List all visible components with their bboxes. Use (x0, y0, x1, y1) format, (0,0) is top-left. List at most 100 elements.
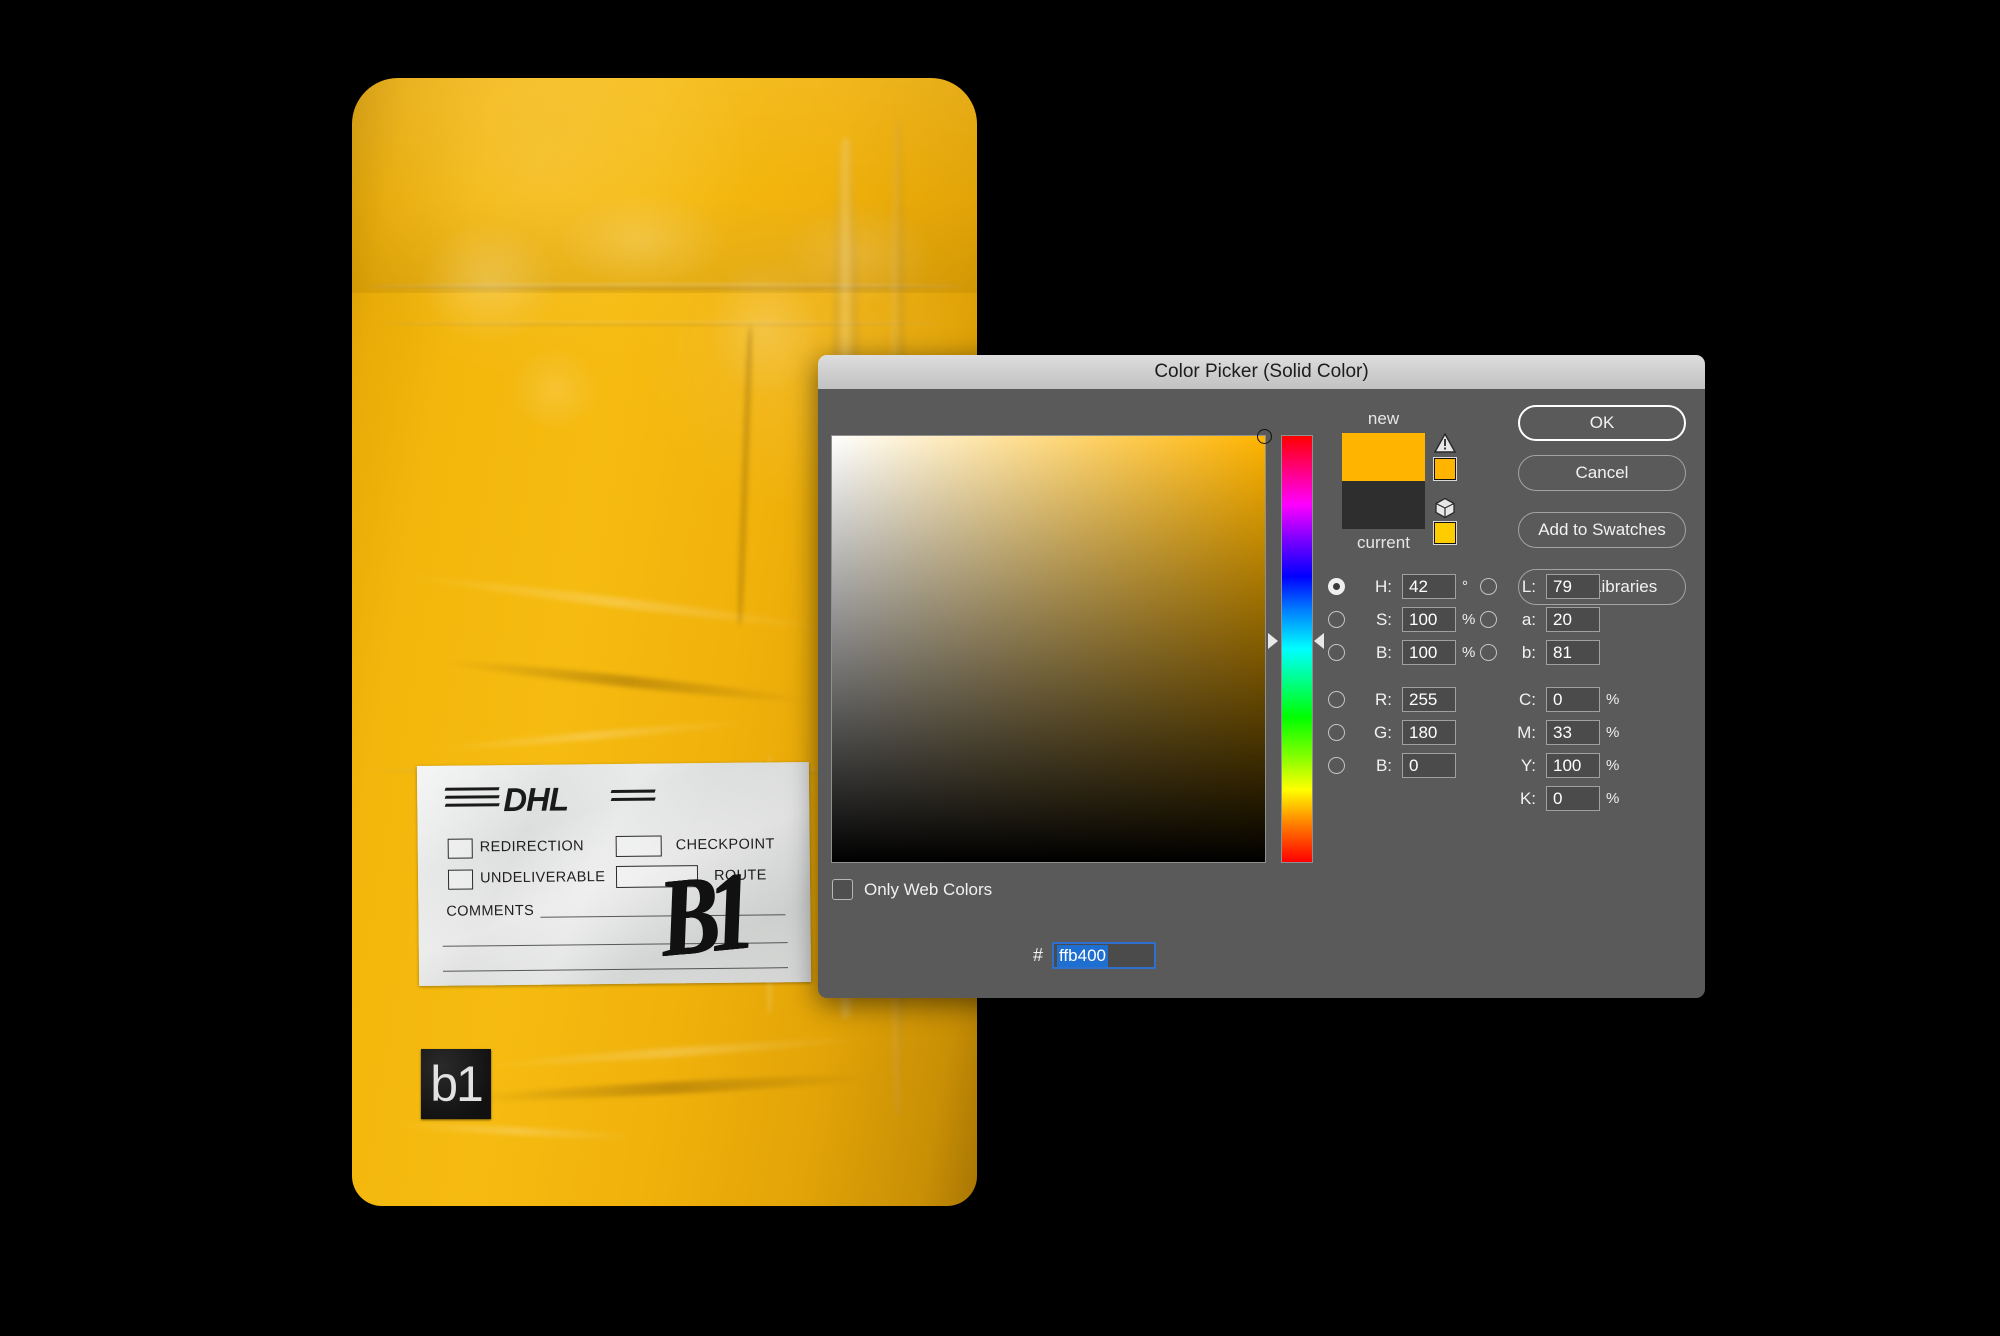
package-crease (389, 1120, 640, 1142)
unit-black: % (1606, 790, 1620, 807)
checkbox-redirection[interactable] (447, 838, 473, 859)
input-lab-b[interactable]: 81 (1546, 640, 1600, 665)
input-hue[interactable]: 42 (1402, 574, 1456, 599)
field-row-black[interactable]: K: 0 % (1480, 786, 1619, 811)
field-checkpoint[interactable] (615, 835, 662, 857)
package-crease (477, 1034, 865, 1071)
input-lightness[interactable]: 79 (1546, 574, 1600, 599)
label-lab-a: a: (1521, 609, 1536, 629)
only-web-colors-label: Only Web Colors (864, 879, 993, 899)
field-row-saturation[interactable]: S: 100 % (1328, 607, 1475, 632)
hue-slider[interactable] (1281, 435, 1313, 863)
dialog-titlebar[interactable]: Color Picker (Solid Color) (818, 355, 1705, 390)
field-row-red[interactable]: R: 255 (1328, 687, 1456, 712)
brightness-gradient (832, 436, 1265, 862)
field-row-lightness[interactable]: L: 79 (1480, 574, 1600, 599)
label-redirection: REDIRECTION (479, 838, 585, 856)
hex-field-row[interactable]: # ffb400 (1033, 942, 1157, 969)
dhl-logo-text: DHL (503, 780, 569, 819)
dhl-shipping-label: DHL REDIRECTION CHECKPOINT UNDELIVERABLE… (416, 761, 812, 987)
checkbox-undeliverable[interactable] (447, 869, 474, 890)
field-row-lab-a[interactable]: a: 20 (1480, 607, 1600, 632)
radio-hue[interactable] (1328, 578, 1345, 595)
label-red: R: (1375, 689, 1392, 709)
label-undeliverable: UNDELIVERABLE (479, 869, 606, 887)
input-cyan[interactable]: 0 (1546, 687, 1600, 712)
package-crease (402, 571, 827, 633)
field-row-blue[interactable]: B: 0 (1328, 753, 1456, 778)
in-gamut-color-swatch[interactable] (1434, 458, 1456, 480)
package-crease (427, 718, 752, 755)
color-preview-group: new current (1336, 409, 1431, 553)
field-row-green[interactable]: G: 180 (1328, 720, 1456, 745)
hex-input-value: ffb400 (1057, 944, 1108, 967)
only-web-colors-row[interactable]: Only Web Colors (832, 879, 992, 900)
non-websafe-warning-icon[interactable] (1434, 497, 1456, 519)
hue-slider-handle-left[interactable] (1268, 633, 1278, 649)
input-magenta[interactable]: 33 (1546, 720, 1600, 745)
current-color-label: current (1357, 533, 1410, 552)
hue-slider-handle-right[interactable] (1314, 633, 1324, 649)
dialog-body: new current OK Cancel Add to Swatches Co… (818, 389, 1705, 998)
radio-blue[interactable] (1328, 757, 1345, 774)
websafe-color-swatch[interactable] (1434, 522, 1456, 544)
label-lightness: L: (1521, 576, 1536, 596)
field-row-yellow[interactable]: Y: 100 % (1480, 753, 1619, 778)
unit-hue: ° (1462, 578, 1468, 595)
only-web-colors-checkbox[interactable] (832, 879, 853, 900)
gamut-warning-group (1428, 432, 1462, 544)
color-field-marker[interactable] (1257, 429, 1272, 444)
radio-saturation[interactable] (1328, 611, 1345, 628)
label-black: K: (1519, 788, 1536, 808)
label-saturation: S: (1375, 609, 1392, 629)
b1-sticker: b1 (421, 1049, 491, 1119)
unit-yellow: % (1606, 757, 1620, 774)
unit-cyan: % (1606, 691, 1620, 708)
label-magenta: M: (1517, 722, 1536, 742)
input-brightness[interactable]: 100 (1402, 640, 1456, 665)
label-comments: COMMENTS (446, 902, 535, 920)
cancel-button[interactable]: Cancel (1518, 455, 1686, 491)
input-lab-a[interactable]: 20 (1546, 607, 1600, 632)
field-row-hue[interactable]: H: 42 ° (1328, 574, 1468, 599)
input-red[interactable]: 255 (1402, 687, 1456, 712)
radio-lightness[interactable] (1480, 578, 1497, 595)
label-lab-b: b: (1521, 642, 1536, 662)
label-hue: H: (1375, 576, 1392, 596)
current-color-swatch[interactable] (1342, 481, 1425, 529)
field-row-brightness[interactable]: B: 100 % (1328, 640, 1475, 665)
color-picker-dialog: Color Picker (Solid Color) new current O… (818, 355, 1705, 998)
input-blue[interactable]: 0 (1402, 753, 1456, 778)
label-yellow: Y: (1520, 755, 1536, 775)
unit-brightness: % (1462, 644, 1476, 661)
dialog-title: Color Picker (Solid Color) (1154, 361, 1369, 382)
hex-prefix-label: # (1033, 945, 1044, 965)
handwritten-signature: B1 (654, 849, 750, 981)
saturation-brightness-field[interactable] (831, 429, 1272, 863)
add-to-swatches-button[interactable]: Add to Swatches (1518, 512, 1686, 548)
radio-green[interactable] (1328, 724, 1345, 741)
package-shadow (439, 656, 815, 707)
out-of-gamut-warning-icon[interactable] (1433, 432, 1457, 453)
hex-input[interactable]: ffb400 (1052, 942, 1157, 969)
unit-saturation: % (1462, 611, 1476, 628)
input-green[interactable]: 180 (1402, 720, 1456, 745)
label-brightness: B: (1375, 642, 1392, 662)
radio-brightness[interactable] (1328, 644, 1345, 661)
input-saturation[interactable]: 100 (1402, 607, 1456, 632)
input-yellow[interactable]: 100 (1546, 753, 1600, 778)
ok-button[interactable]: OK (1518, 405, 1686, 441)
label-cyan: C: (1519, 689, 1536, 709)
new-color-swatch (1342, 433, 1425, 481)
field-row-cyan[interactable]: C: 0 % (1480, 687, 1619, 712)
field-row-magenta[interactable]: M: 33 % (1480, 720, 1619, 745)
label-blue: B: (1375, 755, 1392, 775)
radio-lab-a[interactable] (1480, 611, 1497, 628)
radio-lab-b[interactable] (1480, 644, 1497, 661)
input-black[interactable]: 0 (1546, 786, 1600, 811)
dhl-logo: DHL (444, 780, 656, 819)
new-color-label: new (1367, 409, 1400, 428)
field-row-lab-b[interactable]: b: 81 (1480, 640, 1600, 665)
package-shadow (464, 1071, 878, 1105)
radio-red[interactable] (1328, 691, 1345, 708)
